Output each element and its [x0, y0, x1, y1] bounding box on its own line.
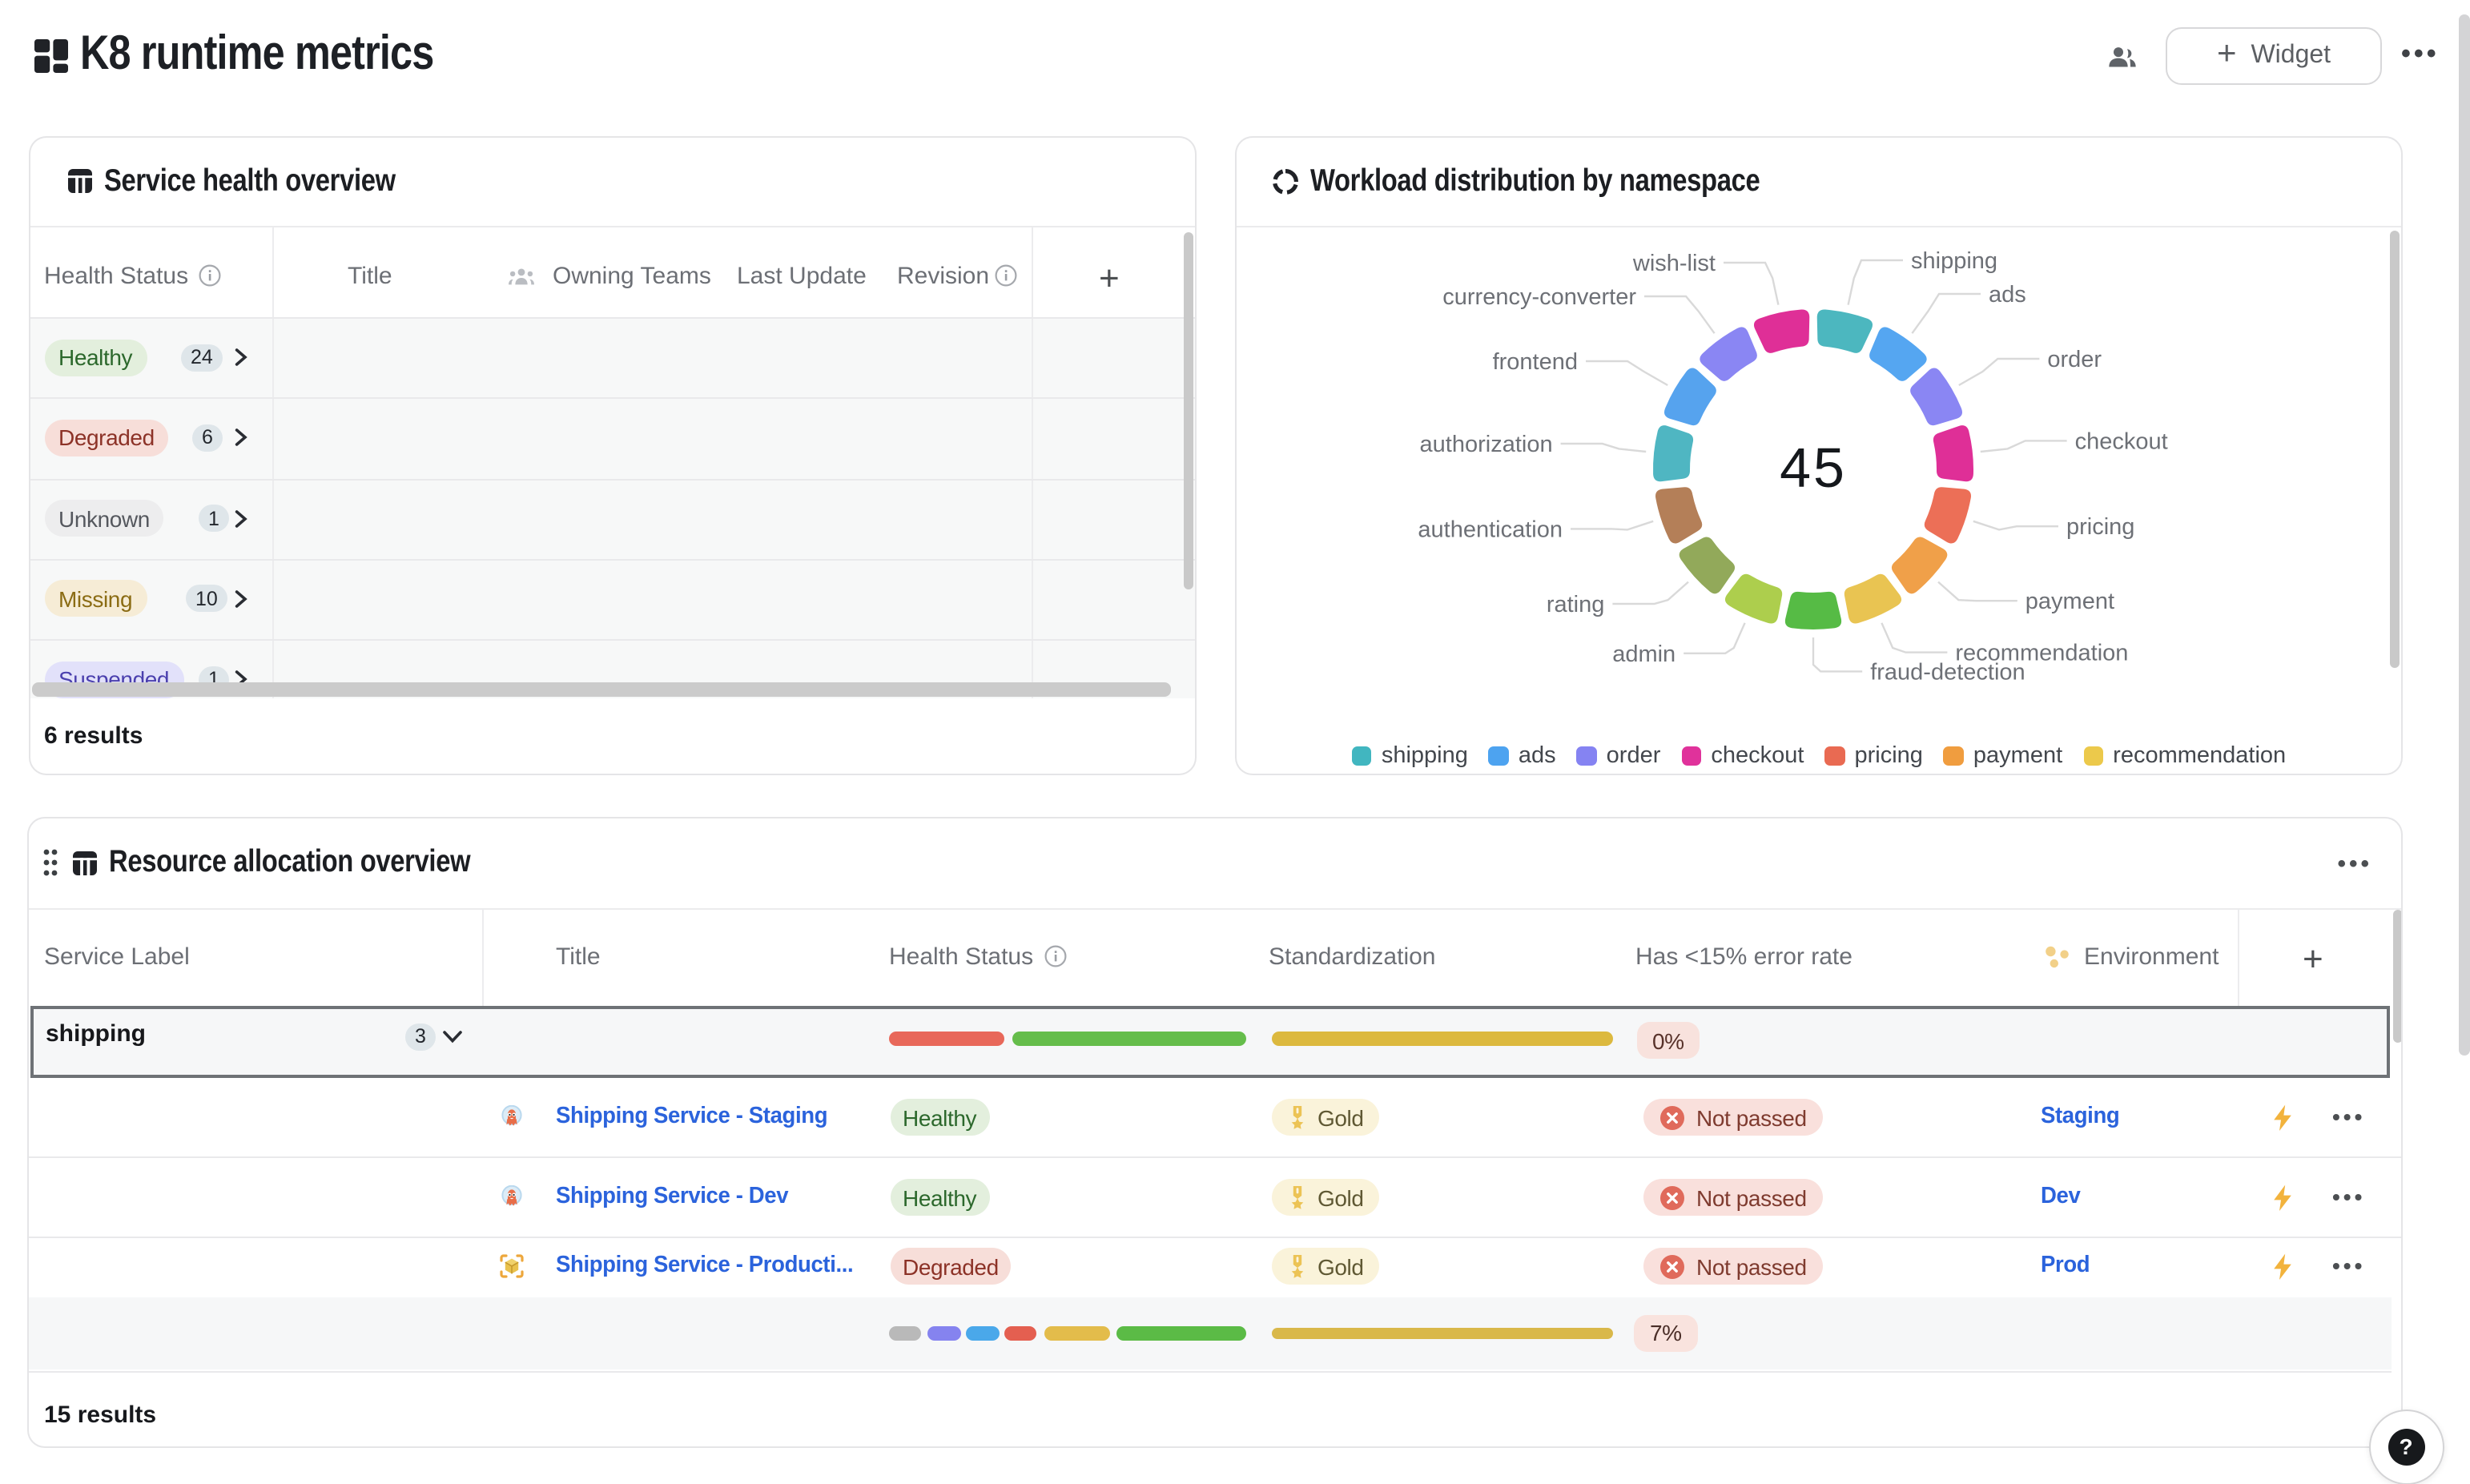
svg-text:order: order	[2047, 347, 2102, 372]
svg-text:frontend: frontend	[1493, 349, 1578, 375]
svg-text:authorization: authorization	[1420, 432, 1553, 457]
svg-text:admin: admin	[1612, 641, 1675, 667]
svg-text:ads: ads	[1989, 282, 2026, 308]
svg-text:pricing: pricing	[2066, 514, 2134, 540]
svg-text:shipping: shipping	[1911, 248, 1997, 274]
svg-text:authentication: authentication	[1418, 517, 1563, 542]
svg-text:checkout: checkout	[2075, 428, 2168, 454]
svg-text:rating: rating	[1547, 592, 1605, 617]
svg-text:payment: payment	[2025, 589, 2114, 614]
svg-text:fraud-detection: fraud-detection	[1870, 659, 2025, 685]
svg-text:currency-converter: currency-converter	[1442, 284, 1636, 310]
svg-text:wish-list: wish-list	[1632, 251, 1716, 276]
